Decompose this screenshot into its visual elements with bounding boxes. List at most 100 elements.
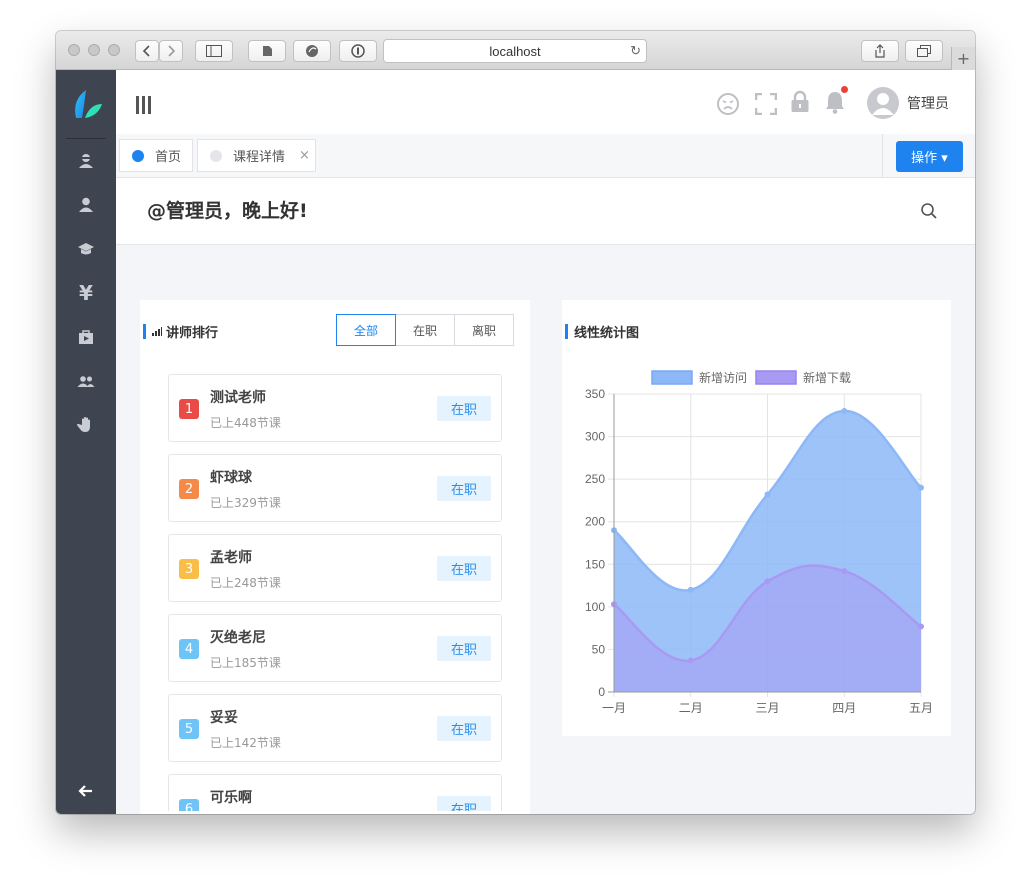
back-button[interactable] — [135, 40, 159, 62]
teacher-row[interactable]: 4 灭绝老尼 已上185节课 在职 — [168, 614, 502, 682]
teacher-lessons: 已上248节课 — [210, 576, 281, 590]
top-header: 管理员 — [116, 70, 975, 134]
zoom-window-button[interactable] — [108, 44, 120, 56]
extension-button[interactable] — [293, 40, 331, 62]
teacher-name: 虾球球 — [210, 470, 252, 486]
legend-swatch — [651, 370, 693, 385]
filter-left[interactable]: 离职 — [454, 314, 514, 346]
teacher-row[interactable]: 5 妥妥 已上142节课 在职 — [168, 694, 502, 762]
tab-dot-icon — [210, 149, 222, 162]
rank-badge: 1 — [179, 399, 199, 419]
sidebar-toggle-button[interactable] — [195, 40, 233, 62]
teacher-status-badge[interactable]: 在职 — [437, 556, 491, 581]
legend-label: 新增下载 — [803, 370, 851, 385]
password-manager-button[interactable] — [339, 40, 377, 62]
data-point — [918, 623, 924, 630]
sidebar-icon — [206, 45, 222, 57]
teacher-name: 孟老师 — [210, 550, 252, 566]
hand-icon — [77, 417, 90, 432]
teacher-status-badge[interactable]: 在职 — [437, 636, 491, 661]
y-tick-label: 0 — [598, 685, 605, 699]
teacher-name: 测试老师 — [210, 390, 266, 406]
teacher-list: 1 测试老师 已上448节课 在职 2 虾球球 已上329节课 在职 3 孟老师 已上248节课 在职… — [168, 374, 502, 811]
teacher-lessons: 已上448节课 — [210, 416, 281, 430]
teacher-status-badge[interactable]: 在职 — [437, 796, 491, 811]
collapse-sidebar-button[interactable] — [56, 773, 116, 809]
sidebar-item-workbench[interactable] — [56, 143, 116, 179]
address-bar[interactable]: localhost ↻ — [383, 39, 647, 63]
minimize-window-button[interactable] — [88, 44, 100, 56]
frown-face-icon[interactable] — [716, 92, 740, 116]
fullscreen-icon[interactable] — [755, 93, 777, 115]
sidebar-item-team[interactable] — [56, 363, 116, 399]
app-logo[interactable] — [68, 86, 106, 124]
teacher-status-badge[interactable]: 在职 — [437, 396, 491, 421]
tab-label: 课程详情 — [233, 150, 286, 165]
bird-icon — [306, 45, 318, 57]
actions-dropdown-button[interactable]: 操作 ▾ — [896, 141, 963, 172]
x-tick-label: 四月 — [832, 701, 856, 715]
share-button[interactable] — [861, 40, 899, 62]
chevron-left-icon — [142, 45, 150, 57]
sidebar-item-course[interactable] — [56, 231, 116, 267]
search-icon[interactable] — [920, 202, 938, 220]
elephant-icon — [263, 46, 272, 56]
rank-badge: 4 — [179, 639, 199, 659]
rank-badge: 2 — [179, 479, 199, 499]
filter-all[interactable]: 全部 — [336, 314, 396, 346]
tabs-overview-button[interactable] — [905, 40, 943, 62]
sidebar-item-hand[interactable] — [56, 407, 116, 443]
chevron-right-icon — [168, 45, 176, 57]
title-accent — [143, 324, 146, 339]
user-icon — [79, 197, 93, 212]
forward-button[interactable] — [159, 40, 183, 62]
teacher-row[interactable]: 1 测试老师已上448节课 在职 — [168, 374, 502, 442]
browser-toolbar: localhost ↻ + — [56, 31, 975, 70]
graduation-cap-icon — [78, 243, 94, 255]
rank-badge: 6 — [179, 799, 199, 811]
shopping-bag-icon — [79, 330, 93, 344]
teacher-row[interactable]: 2 虾球球 已上329节课 在职 — [168, 454, 502, 522]
lock-icon[interactable] — [790, 90, 810, 114]
y-tick-label: 300 — [585, 430, 605, 444]
username[interactable]: 管理员 — [907, 93, 949, 113]
menu-bar-icon — [142, 96, 145, 114]
new-tab-button[interactable]: + — [951, 47, 975, 70]
ranking-title: 讲师排行 — [143, 322, 218, 341]
avatar[interactable] — [867, 87, 899, 119]
tab-label: 首页 — [155, 150, 182, 165]
sidebar-item-shop[interactable] — [56, 319, 116, 355]
close-window-button[interactable] — [68, 44, 80, 56]
filter-active[interactable]: 在职 — [395, 314, 455, 346]
rank-badge: 5 — [179, 719, 199, 739]
menu-toggle-button[interactable] — [136, 96, 152, 114]
y-tick-label: 250 — [585, 472, 605, 486]
tab-course-detail[interactable]: 课程详情 × — [197, 139, 316, 172]
data-point — [764, 491, 771, 498]
ranking-title-text: 讲师排行 — [166, 326, 219, 341]
data-point — [841, 568, 848, 575]
legend-swatch — [755, 370, 797, 385]
x-tick-label: 二月 — [679, 701, 703, 715]
y-tick-label: 350 — [585, 387, 605, 401]
sidebar-item-finance[interactable]: ¥ — [56, 275, 116, 311]
share-icon — [875, 44, 885, 58]
close-tab-icon[interactable]: × — [299, 148, 310, 163]
sidebar-item-user[interactable] — [56, 187, 116, 223]
rank-badge: 3 — [179, 559, 199, 579]
tab-home[interactable]: 首页 — [119, 139, 193, 172]
reload-icon[interactable]: ↻ — [630, 43, 641, 59]
evernote-extension-button[interactable] — [248, 40, 286, 62]
teacher-status-badge[interactable]: 在职 — [437, 716, 491, 741]
teacher-ranking-card: 讲师排行 全部 在职 离职 1 测试老师 已上448节课 在职 2 虾球球 已上329节课在… — [140, 300, 530, 814]
tabs-divider — [882, 134, 883, 178]
teacher-row[interactable]: 3 孟老师已上248节课 在职 — [168, 534, 502, 602]
teacher-status-badge[interactable]: 在职 — [437, 476, 491, 501]
sidebar: ¥ — [56, 70, 116, 814]
sidebar-divider — [66, 138, 106, 139]
bell-icon[interactable] — [825, 90, 845, 114]
plus-icon: + — [956, 49, 971, 68]
teacher-row[interactable]: 6 可乐啊 在职 — [168, 774, 502, 811]
group-icon — [77, 376, 95, 387]
user-avatar-icon — [872, 93, 894, 115]
